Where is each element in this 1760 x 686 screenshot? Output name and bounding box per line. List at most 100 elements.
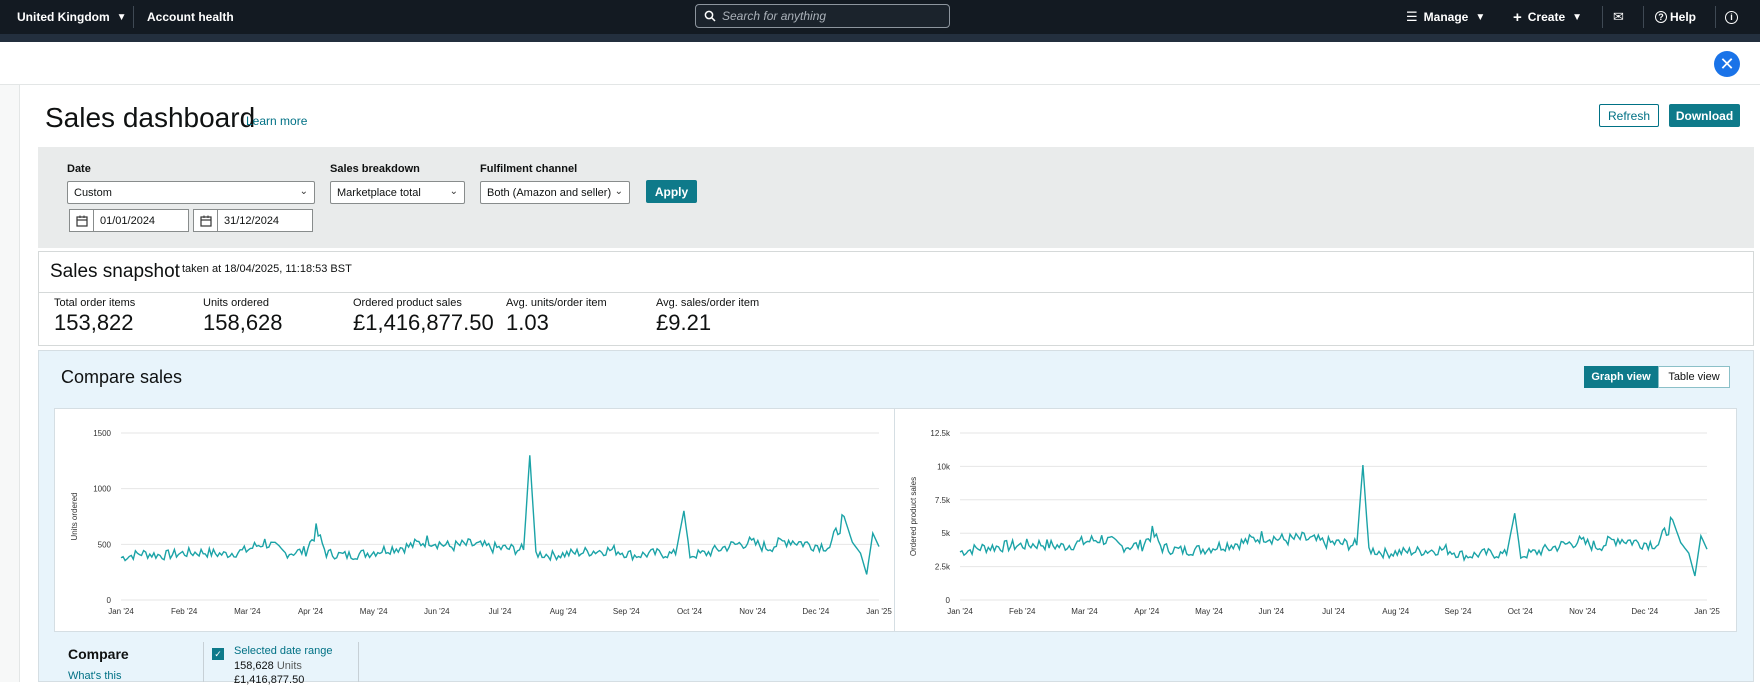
snapshot-header: Sales snapshot taken at 18/04/2025, 11:1…: [39, 252, 1753, 293]
y-tick-label: 0: [107, 596, 112, 605]
create-menu[interactable]: + Create ▼: [1513, 0, 1582, 34]
fulfilment-channel-select[interactable]: Both (Amazon and seller) ⌄: [480, 181, 630, 204]
nav-shadow-strip: [0, 34, 1760, 42]
apply-button[interactable]: Apply: [646, 180, 697, 203]
metric-label: Ordered product sales: [353, 297, 462, 309]
page-title: Sales dashboard: [45, 102, 256, 133]
sales-breakdown-select[interactable]: Marketplace total ⌄: [330, 181, 465, 204]
snapshot-title: Sales snapshot: [50, 261, 180, 282]
selected-range-label: Selected date range: [234, 645, 333, 657]
x-tick-label: Dec '24: [1631, 607, 1658, 616]
sales-chart-svg: 0 2.5k 5k 7.5k 10k 12.5k Jan '24 Feb '24 Mar '24…: [909, 429, 1720, 616]
help-icon: ?: [1655, 11, 1667, 23]
channel-filter-label: Fulfilment channel: [480, 163, 578, 175]
metric-value: £9.21: [656, 310, 712, 335]
selected-range-checkbox[interactable]: ✓: [212, 648, 224, 660]
selected-units-value: 158,628: [234, 660, 274, 672]
whats-this-link[interactable]: What's this: [68, 670, 121, 682]
date-range-value: Custom: [74, 186, 112, 199]
y-tick-label: 0: [946, 596, 951, 605]
breakdown-filter-label: Sales breakdown: [330, 163, 420, 175]
divider: [1715, 6, 1716, 28]
close-button[interactable]: ✕: [1714, 51, 1740, 77]
left-gutter: [0, 85, 20, 682]
units-ordered-chart: 0 500 1000 1500 Jan '24 Feb '24 Mar '24 Apr '24…: [54, 408, 895, 632]
chevron-down-icon: ⌄: [614, 186, 623, 197]
y-tick-label: 2.5k: [935, 563, 951, 572]
x-tick-label: Jan '25: [866, 607, 892, 616]
marketplace-selector[interactable]: United Kingdom ▼: [17, 0, 127, 34]
x-tick-label: Mar '24: [234, 607, 261, 616]
list-icon: ☰: [1406, 9, 1418, 24]
calendar-icon: [194, 210, 218, 231]
panel-header-divider: [0, 84, 1760, 85]
account-health-link[interactable]: Account health: [147, 0, 234, 34]
x-tick-label: Jul '24: [489, 607, 512, 616]
search-icon: [704, 10, 716, 22]
metric-units-ordered: Units ordered 158,628: [203, 297, 283, 336]
y-axis-label: Ordered product sales: [909, 477, 918, 556]
series-line: [959, 465, 1708, 577]
breakdown-value: Marketplace total: [337, 186, 421, 199]
y-tick-label: 1500: [93, 429, 111, 438]
x-tick-label: Aug '24: [1382, 607, 1409, 616]
caret-down-icon: ▼: [116, 11, 127, 23]
help-link[interactable]: ? Help: [1655, 0, 1696, 34]
selected-units-suffix: Units: [276, 660, 302, 672]
mail-button[interactable]: ✉: [1613, 0, 1624, 34]
metric-label: Units ordered: [203, 297, 270, 309]
marketplace-label: United Kingdom: [17, 10, 110, 24]
y-axis-label: Units ordered: [70, 492, 79, 540]
compare-sales-title: Compare sales: [61, 367, 183, 387]
search-box[interactable]: Search for anything: [695, 4, 950, 28]
manage-label: Manage: [1423, 10, 1469, 24]
graph-view-button[interactable]: Graph view: [1584, 366, 1658, 388]
close-icon: ✕: [1719, 53, 1735, 74]
x-tick-label: Jul '24: [1322, 607, 1345, 616]
learn-more-link[interactable]: Learn more: [246, 114, 307, 128]
x-tick-label: Nov '24: [1569, 607, 1596, 616]
channel-value: Both (Amazon and seller): [487, 186, 612, 199]
check-icon: ✓: [214, 648, 222, 659]
manage-menu[interactable]: ☰ Manage ▼: [1406, 0, 1485, 34]
metric-avg-units: Avg. units/order item 1.03: [506, 297, 607, 336]
start-date-value: 01/01/2024: [100, 214, 156, 227]
plus-icon: +: [1513, 8, 1522, 26]
units-chart-svg: 0 500 1000 1500 Jan '24 Feb '24 Mar '24 Apr '24…: [70, 429, 892, 616]
x-tick-label: Nov '24: [739, 607, 766, 616]
caret-down-icon: ▼: [1572, 11, 1583, 23]
search-input[interactable]: Search for anything: [722, 9, 826, 23]
snapshot-timestamp: taken at 18/04/2025, 11:18:53 BST: [182, 263, 352, 275]
download-button[interactable]: Download: [1669, 104, 1740, 127]
x-tick-label: Apr '24: [298, 607, 324, 616]
x-tick-label: Feb '24: [1009, 607, 1036, 616]
top-nav-bar: United Kingdom ▼ Account health Search f…: [0, 0, 1760, 34]
compare-label: Compare: [68, 646, 129, 662]
x-tick-label: Jun '24: [424, 607, 450, 616]
x-tick-label: May '24: [1195, 607, 1223, 616]
metric-label: Total order items: [54, 297, 136, 309]
metric-total-order-items: Total order items 153,822: [54, 297, 135, 336]
calendar-icon: [70, 210, 94, 231]
date-range-select[interactable]: Custom ⌄: [67, 181, 315, 204]
metric-value: 1.03: [506, 310, 549, 335]
x-tick-label: May '24: [360, 607, 388, 616]
metric-value: 153,822: [54, 310, 134, 335]
divider: [133, 6, 134, 28]
x-tick-label: Oct '24: [677, 607, 703, 616]
y-tick-label: 7.5k: [935, 496, 951, 505]
y-tick-label: 5k: [942, 529, 951, 538]
start-date-field[interactable]: 01/01/2024: [69, 209, 189, 232]
table-view-button[interactable]: Table view: [1658, 366, 1730, 388]
info-button[interactable]: i: [1725, 0, 1738, 34]
y-tick-label: 500: [98, 540, 112, 549]
x-tick-label: Jan '24: [108, 607, 134, 616]
metric-label: Avg. sales/order item: [656, 297, 760, 309]
create-label: Create: [1527, 10, 1566, 24]
metric-ordered-product-sales: Ordered product sales £1,416,877.50: [353, 297, 494, 336]
refresh-button[interactable]: Refresh: [1599, 104, 1659, 127]
x-tick-label: Feb '24: [171, 607, 198, 616]
metric-value: £1,416,877.50: [353, 310, 494, 335]
end-date-field[interactable]: 31/12/2024: [193, 209, 313, 232]
mail-icon: ✉: [1613, 9, 1624, 24]
